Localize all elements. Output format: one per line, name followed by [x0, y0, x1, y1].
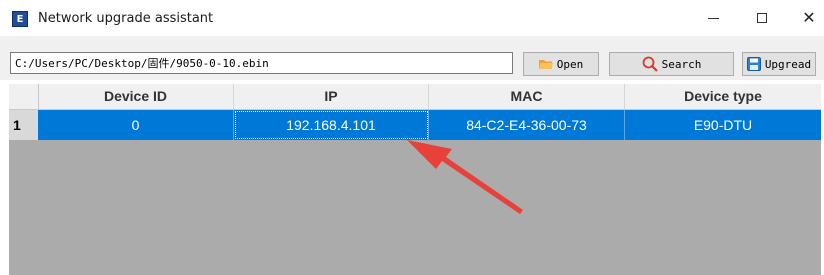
grid-header: Device ID IP MAC Device type: [9, 84, 821, 110]
upgrade-button[interactable]: Upgread: [742, 52, 816, 76]
close-button[interactable]: ✕: [789, 6, 824, 30]
column-header-mac[interactable]: MAC: [429, 84, 625, 109]
open-button-label: Open: [556, 57, 584, 71]
cell-ip[interactable]: 192.168.4.101: [234, 110, 429, 140]
column-header-ip[interactable]: IP: [234, 84, 429, 109]
upgrade-assistant-window: E Network upgrade assistant ✕ Open Searc…: [0, 0, 824, 275]
device-grid: Device ID IP MAC Device type 1 0 192.168…: [9, 84, 821, 275]
column-header-device-id[interactable]: Device ID: [38, 84, 234, 109]
file-path-input[interactable]: [10, 52, 513, 74]
title-bar[interactable]: E Network upgrade assistant ✕: [0, 0, 824, 36]
cell-mac[interactable]: 84-C2-E4-36-00-73: [429, 110, 625, 140]
cell-device-id[interactable]: 0: [38, 110, 234, 140]
close-icon: ✕: [802, 8, 816, 27]
folder-icon: [538, 59, 553, 69]
magnifier-icon: [642, 56, 658, 72]
table-row[interactable]: 1 0 192.168.4.101 84-C2-E4-36-00-73 E90-…: [9, 110, 821, 140]
upgrade-button-label: Upgread: [764, 57, 812, 71]
save-icon: [746, 57, 761, 71]
row-number[interactable]: 1: [9, 110, 38, 140]
app-icon: E: [12, 11, 28, 27]
minimize-button[interactable]: [693, 6, 733, 30]
search-button-label: Search: [661, 57, 702, 71]
open-button[interactable]: Open: [523, 52, 599, 76]
grid-corner: [9, 84, 39, 109]
window-title: Network upgrade assistant: [38, 11, 214, 26]
minimize-icon: [707, 17, 719, 19]
column-header-device-type[interactable]: Device type: [625, 84, 821, 109]
maximize-button[interactable]: [742, 6, 782, 30]
cell-device-type[interactable]: E90-DTU: [625, 110, 821, 140]
maximize-icon: [757, 13, 767, 23]
search-button[interactable]: Search: [609, 52, 734, 76]
